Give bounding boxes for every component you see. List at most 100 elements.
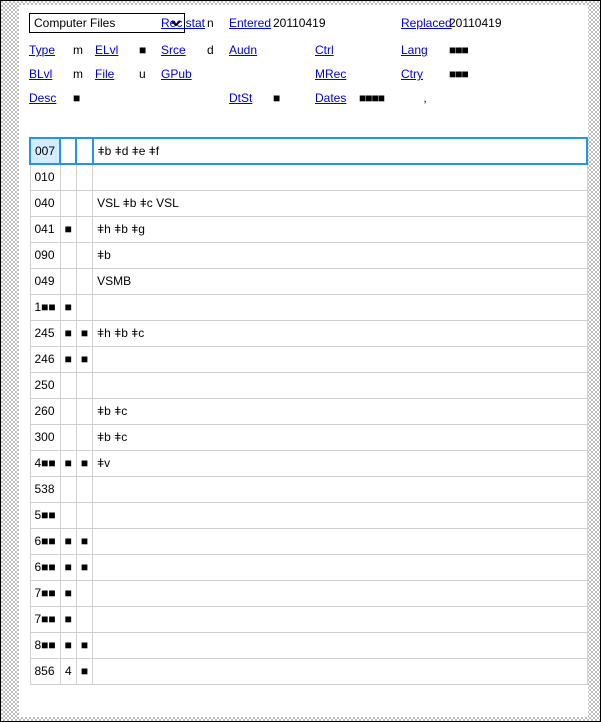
- srce-value[interactable]: d: [207, 43, 229, 57]
- lang-label[interactable]: Lang: [401, 43, 449, 57]
- marc-ind1[interactable]: [60, 476, 76, 502]
- marc-data[interactable]: [93, 580, 587, 606]
- marc-row[interactable]: 041■ ǂh ǂb ǂg: [30, 216, 587, 242]
- dates-label[interactable]: Dates: [315, 91, 359, 105]
- entered-label[interactable]: Entered: [229, 16, 273, 30]
- desc-value[interactable]: ■: [73, 91, 95, 105]
- marc-ind2[interactable]: [76, 398, 92, 424]
- marc-data[interactable]: [93, 606, 587, 632]
- marc-ind2[interactable]: [76, 138, 92, 164]
- marc-tag[interactable]: 856: [30, 658, 60, 684]
- marc-tag[interactable]: 007: [30, 138, 60, 164]
- marc-ind1[interactable]: [60, 138, 76, 164]
- blvl-value[interactable]: m: [73, 67, 95, 81]
- marc-ind2[interactable]: [76, 294, 92, 320]
- marc-row[interactable]: 300 ǂb ǂc: [30, 424, 587, 450]
- ctrl-label[interactable]: Ctrl: [315, 43, 359, 57]
- marc-data[interactable]: ǂh ǂb ǂc: [93, 320, 587, 346]
- elvl-label[interactable]: ELvl: [95, 43, 139, 57]
- marc-ind1[interactable]: ■: [60, 450, 76, 476]
- marc-row[interactable]: 246■■: [30, 346, 587, 372]
- marc-ind2[interactable]: ■: [76, 528, 92, 554]
- marc-row[interactable]: 4■■■■ǂv: [30, 450, 587, 476]
- marc-ind2[interactable]: [76, 216, 92, 242]
- marc-ind2[interactable]: [76, 580, 92, 606]
- marc-ind2[interactable]: ■: [76, 320, 92, 346]
- marc-data[interactable]: VSL ǂb ǂc VSL: [93, 190, 587, 216]
- marc-row[interactable]: 245■■ǂh ǂb ǂc: [30, 320, 587, 346]
- marc-row[interactable]: 538: [30, 476, 587, 502]
- marc-ind1[interactable]: ■: [60, 320, 76, 346]
- marc-data[interactable]: ǂb ǂc: [93, 398, 587, 424]
- marc-ind2[interactable]: [76, 242, 92, 268]
- type-value[interactable]: m: [73, 43, 95, 57]
- marc-ind2[interactable]: [76, 372, 92, 398]
- marc-row[interactable]: 090ǂb: [30, 242, 587, 268]
- ctry-label[interactable]: Ctry: [401, 67, 449, 81]
- srce-label[interactable]: Srce: [161, 43, 207, 57]
- marc-tag[interactable]: 4■■: [30, 450, 60, 476]
- dtst-value[interactable]: ■: [273, 91, 315, 105]
- marc-data[interactable]: ǂb ǂd ǂe ǂf: [93, 138, 587, 164]
- marc-row[interactable]: 8■■■■: [30, 632, 587, 658]
- marc-tag[interactable]: 5■■: [30, 502, 60, 528]
- marc-data[interactable]: [93, 632, 587, 658]
- marc-row[interactable]: 7■■■: [30, 580, 587, 606]
- marc-data[interactable]: ǂb ǂc: [93, 424, 587, 450]
- dtst-label[interactable]: DtSt: [229, 91, 273, 105]
- marc-data[interactable]: ǂh ǂb ǂg: [93, 216, 587, 242]
- file-value[interactable]: u: [139, 67, 161, 81]
- marc-tag[interactable]: 040: [30, 190, 60, 216]
- ctry-value[interactable]: ■■■: [449, 67, 491, 81]
- marc-row[interactable]: 7■■■: [30, 606, 587, 632]
- marc-ind1[interactable]: ■: [60, 632, 76, 658]
- marc-row[interactable]: 1■■■: [30, 294, 587, 320]
- marc-ind1[interactable]: [60, 242, 76, 268]
- marc-data[interactable]: [93, 294, 587, 320]
- audn-label[interactable]: Audn: [229, 43, 273, 57]
- marc-tag[interactable]: 1■■: [30, 294, 60, 320]
- marc-ind1[interactable]: ■: [60, 216, 76, 242]
- dates-value1[interactable]: ■■■■: [359, 91, 401, 105]
- marc-ind2[interactable]: [76, 268, 92, 294]
- marc-ind2[interactable]: ■: [76, 554, 92, 580]
- lang-value[interactable]: ■■■: [449, 43, 491, 57]
- marc-ind2[interactable]: ■: [76, 632, 92, 658]
- file-label[interactable]: File: [95, 67, 139, 81]
- recstat-label[interactable]: Rec stat: [161, 16, 207, 30]
- marc-ind2[interactable]: [76, 606, 92, 632]
- marc-ind1[interactable]: [60, 372, 76, 398]
- marc-ind1[interactable]: [60, 502, 76, 528]
- marc-ind1[interactable]: [60, 164, 76, 190]
- marc-tag[interactable]: 246: [30, 346, 60, 372]
- marc-data[interactable]: [93, 476, 587, 502]
- marc-tag[interactable]: 300: [30, 424, 60, 450]
- marc-ind2[interactable]: ■: [76, 658, 92, 684]
- marc-tag[interactable]: 6■■: [30, 528, 60, 554]
- marc-ind1[interactable]: [60, 424, 76, 450]
- marc-data[interactable]: [93, 346, 587, 372]
- marc-tag[interactable]: 6■■: [30, 554, 60, 580]
- marc-ind1[interactable]: [60, 268, 76, 294]
- marc-tag[interactable]: 010: [30, 164, 60, 190]
- type-label[interactable]: Type: [29, 43, 73, 57]
- marc-row[interactable]: 260ǂb ǂc: [30, 398, 587, 424]
- elvl-value[interactable]: ■: [139, 43, 161, 57]
- marc-ind2[interactable]: [76, 476, 92, 502]
- marc-row[interactable]: 040 VSL ǂb ǂc VSL: [30, 190, 587, 216]
- gpub-label[interactable]: GPub: [161, 67, 207, 81]
- marc-tag[interactable]: 8■■: [30, 632, 60, 658]
- marc-row[interactable]: 007 ǂb ǂd ǂe ǂf: [30, 138, 587, 164]
- marc-ind2[interactable]: [76, 164, 92, 190]
- marc-row[interactable]: 8564■: [30, 658, 587, 684]
- marc-row[interactable]: 010: [30, 164, 587, 190]
- marc-tag[interactable]: 049: [30, 268, 60, 294]
- marc-tag[interactable]: 7■■: [30, 606, 60, 632]
- replaced-label[interactable]: Replaced: [401, 16, 449, 30]
- desc-label[interactable]: Desc: [29, 91, 73, 105]
- marc-tag[interactable]: 041: [30, 216, 60, 242]
- marc-ind1[interactable]: ■: [60, 554, 76, 580]
- marc-ind1[interactable]: ■: [60, 294, 76, 320]
- mrec-label[interactable]: MRec: [315, 67, 359, 81]
- marc-ind1[interactable]: [60, 398, 76, 424]
